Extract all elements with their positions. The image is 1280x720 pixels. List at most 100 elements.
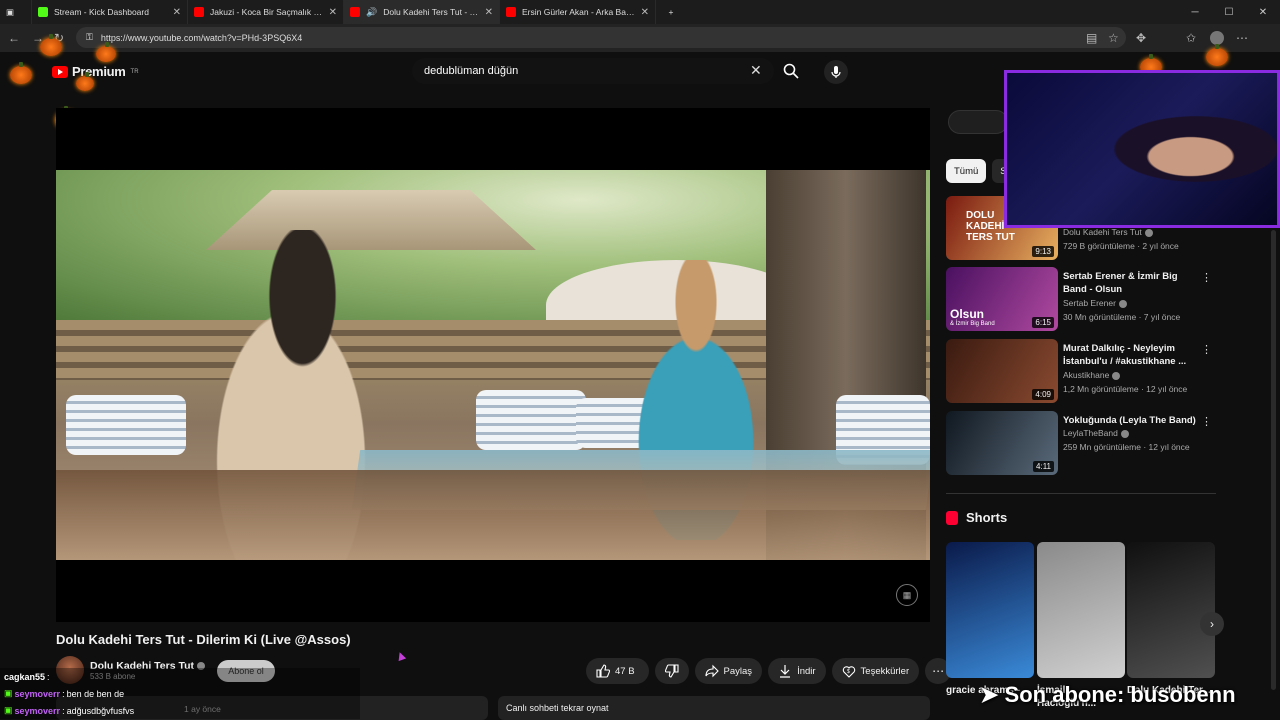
replay-chat-label: Canlı sohbeti tekrar oynat <box>506 703 609 713</box>
clear-search-icon[interactable]: ✕ <box>750 62 762 79</box>
extensions-icon[interactable]: ✥ <box>1136 31 1146 45</box>
favorite-star-icon[interactable]: ☆ <box>1108 31 1119 45</box>
pumpkin-decoration <box>10 62 32 84</box>
chat-message: ▣ seymoverr : adğusdbğvfusfvs <box>0 702 360 719</box>
channel-watermark[interactable]: ▦ <box>896 584 918 606</box>
verified-icon <box>1144 228 1153 237</box>
recommendation-item[interactable]: Olsun & İzmir Big Band 6:15 Sertab Erene… <box>946 267 1216 333</box>
rec-channel-name: Akustikhane <box>1063 370 1110 380</box>
verified-icon <box>1120 429 1129 438</box>
download-button[interactable]: İndir <box>768 658 826 684</box>
short-thumbnail[interactable] <box>1037 542 1125 678</box>
rec-title[interactable]: Murat Dalkılıç - Neyleyim İstanbul'u / #… <box>1063 342 1203 368</box>
shorts-next-button[interactable]: › <box>1200 612 1224 636</box>
video-thumbnail[interactable]: 4:09 <box>946 339 1058 403</box>
video-title: Dolu Kadehi Ters Tut - Dilerim Ki (Live … <box>56 632 351 647</box>
browser-menu-icon[interactable]: ▣ <box>0 0 32 24</box>
rec-title[interactable]: Yokluğunda (Leyla The Band) <box>1063 414 1203 427</box>
shorts-icon <box>946 510 958 525</box>
chat-message: cagkan55 : <box>0 668 360 685</box>
section-divider <box>946 493 1216 494</box>
verified-icon <box>1112 371 1121 380</box>
close-window-icon[interactable]: ✕ <box>1246 0 1280 24</box>
tab-title: Dolu Kadehi Ters Tut - Dileri <box>383 7 479 17</box>
pumpkin-decoration <box>40 34 62 56</box>
mouse-cursor <box>395 650 407 662</box>
browser-tab[interactable]: Ersin Gürler Akan - Arka Bahçe - Y ✕ <box>500 0 656 24</box>
search-icon <box>783 63 799 79</box>
video-thumbnail[interactable]: 4:11 <box>946 411 1058 475</box>
video-pillow <box>476 390 586 450</box>
video-frame <box>56 170 930 560</box>
close-tab-icon[interactable]: ✕ <box>173 7 181 18</box>
recommendation-item[interactable]: 4:09 Murat Dalkılıç - Neyleyim İstanbul'… <box>946 339 1216 405</box>
search-value: dedublüman düğün <box>424 65 519 77</box>
download-icon <box>780 665 791 678</box>
verified-icon <box>1118 299 1127 308</box>
maximize-icon[interactable]: ☐ <box>1212 0 1246 24</box>
replay-chat-button[interactable]: Canlı sohbeti tekrar oynat <box>498 696 930 720</box>
new-tab-icon[interactable]: + <box>656 0 686 24</box>
chat-badge-icon: ▣ <box>4 705 13 715</box>
rec-channel[interactable]: Akustikhane <box>1063 370 1121 380</box>
pumpkin-decoration <box>1206 44 1228 66</box>
thumbnail-subtext: & İzmir Big Band <box>950 321 995 327</box>
like-button[interactable]: 47 B <box>586 658 649 684</box>
rec-channel-name: Dolu Kadehi Ters Tut <box>1063 227 1142 237</box>
video-player[interactable]: ▦ <box>56 108 930 622</box>
super-thanks-icon: $ <box>842 666 855 678</box>
tab-title: Ersin Gürler Akan - Arka Bahçe - Y <box>522 7 635 17</box>
short-thumbnail[interactable] <box>946 542 1034 678</box>
short-thumbnail[interactable] <box>1127 542 1215 678</box>
close-tab-icon[interactable]: ✕ <box>641 7 649 18</box>
chat-separator: : <box>47 671 50 682</box>
favorites-icon[interactable]: ✩ <box>1186 31 1196 45</box>
video-thumbnail[interactable]: Olsun & İzmir Big Band 6:15 <box>946 267 1058 331</box>
browser-tab[interactable]: Stream - Kick Dashboard ✕ <box>32 0 188 24</box>
duration-badge: 6:15 <box>1032 317 1054 328</box>
rec-channel-name: LeylaTheBand <box>1063 428 1118 438</box>
speaker-icon: 🔊 <box>366 6 378 17</box>
close-tab-icon[interactable]: ✕ <box>485 7 493 18</box>
search-button[interactable] <box>776 58 806 84</box>
youtube-logo[interactable]: Premium TR <box>52 64 139 79</box>
browser-tab[interactable]: Jakuzi - Koca Bir Saçmalık (Officia ✕ <box>188 0 344 24</box>
svg-text:$: $ <box>847 669 850 675</box>
search-input[interactable]: dedublüman düğün <box>412 58 774 84</box>
recommendation-item[interactable]: 4:11 Yokluğunda (Leyla The Band) LeylaTh… <box>946 411 1216 477</box>
close-tab-icon[interactable]: ✕ <box>329 7 337 18</box>
more-options-icon[interactable]: ⋮ <box>1201 343 1212 356</box>
rec-channel[interactable]: LeylaTheBand <box>1063 428 1129 438</box>
shorts-heading: Shorts <box>946 510 1007 525</box>
rec-channel[interactable]: Sertab Erener <box>1063 298 1127 308</box>
duration-badge: 9:13 <box>1032 246 1054 257</box>
browser-tab-active[interactable]: 🔊 Dolu Kadehi Ters Tut - Dileri ✕ <box>344 0 500 24</box>
video-pillow <box>66 395 186 455</box>
share-label: Paylaş <box>723 665 753 677</box>
reader-icon[interactable]: ▤ <box>1086 31 1097 45</box>
chip-all[interactable]: Tümü <box>946 159 987 183</box>
duration-badge: 4:11 <box>1033 461 1054 472</box>
sidebar-top-control[interactable] <box>948 110 1008 134</box>
microphone-icon <box>831 66 841 78</box>
chat-username: seymoverr <box>14 705 61 716</box>
voice-search-button[interactable] <box>824 60 848 84</box>
sidebar-scrollbar[interactable] <box>1271 230 1276 690</box>
rec-channel[interactable]: Dolu Kadehi Ters Tut <box>1063 227 1153 237</box>
more-options-icon[interactable]: ⋮ <box>1201 271 1212 284</box>
youtube-icon <box>506 7 516 17</box>
share-button[interactable]: Paylaş <box>694 658 763 684</box>
more-options-icon[interactable]: ⋮ <box>1201 415 1212 428</box>
profile-avatar[interactable] <box>1210 31 1224 45</box>
rec-title[interactable]: Sertab Erener & İzmir Big Band - Olsun <box>1063 270 1203 296</box>
chat-separator: : <box>62 705 65 716</box>
browser-more-icon[interactable]: ⋯ <box>1236 31 1248 45</box>
minimize-icon[interactable]: ─ <box>1178 0 1212 24</box>
chevron-right-icon: › <box>1210 617 1214 631</box>
thumbs-down-icon <box>664 664 679 678</box>
url-field[interactable]: ⚿ https://www.youtube.com/watch?v=PHd-3P… <box>76 27 1126 48</box>
thanks-button[interactable]: $ Teşekkürler <box>831 658 920 684</box>
back-icon[interactable]: ← <box>8 31 20 45</box>
dislike-button[interactable] <box>654 658 689 684</box>
site-info-icon[interactable]: ⚿ <box>86 32 93 43</box>
